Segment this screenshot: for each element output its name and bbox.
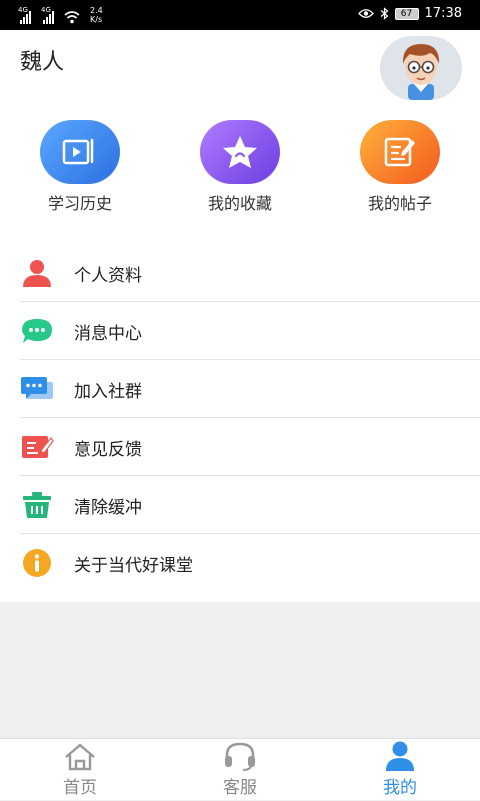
person-icon	[20, 258, 54, 288]
shortcut-favorites[interactable]: 我的收藏	[180, 120, 300, 214]
menu-item-label: 个人资料	[74, 265, 142, 286]
signal-icon: 4G	[41, 6, 54, 24]
avatar[interactable]	[380, 36, 462, 100]
clock: 17:38	[424, 6, 462, 21]
menu-item-messages[interactable]: 消息中心	[0, 302, 480, 360]
edit-note-icon	[384, 137, 415, 167]
menu-item-about[interactable]: 关于当代好课堂	[0, 534, 480, 592]
settings-menu: 个人资料 消息中心 加入社群 意见反馈 清除缓冲 关于当代好课堂	[0, 244, 480, 592]
menu-item-label: 消息中心	[74, 323, 142, 344]
feedback-icon	[20, 432, 54, 462]
eye-icon	[357, 9, 374, 18]
person-icon	[320, 739, 480, 771]
menu-item-label: 关于当代好课堂	[74, 555, 193, 576]
shortcut-circle	[40, 120, 120, 184]
username: 魏人	[20, 50, 65, 75]
battery-icon: 67	[394, 7, 419, 20]
bluetooth-icon	[380, 7, 388, 20]
menu-item-profile[interactable]: 个人资料	[0, 244, 480, 302]
status-right: 67 17:38	[357, 6, 462, 21]
menu-item-label: 加入社群	[74, 381, 142, 402]
shortcut-grid: 学习历史 我的收藏 我的帖子	[0, 120, 480, 220]
shortcut-circle	[200, 120, 280, 184]
bottom-tab-bar: 首页 客服 我的	[0, 738, 480, 800]
star-icon	[223, 136, 257, 168]
menu-item-join-group[interactable]: 加入社群	[0, 360, 480, 418]
signal-icon: 4G	[18, 6, 31, 24]
net-speed-value: 2.4	[90, 6, 103, 15]
status-left: 4G 4G 2.4 K/s	[18, 6, 103, 24]
home-icon	[0, 739, 160, 771]
net-speed: 2.4 K/s	[90, 6, 103, 24]
shortcut-label: 我的收藏	[207, 194, 272, 213]
group-chat-icon	[20, 374, 54, 404]
status-bar: 4G 4G 2.4 K/s 67 17:38	[0, 0, 480, 30]
tab-label: 客服	[223, 778, 257, 798]
net-speed-unit: K/s	[90, 15, 103, 24]
tab-label: 首页	[63, 778, 97, 798]
chat-bubble-icon	[20, 316, 54, 346]
play-video-icon	[62, 138, 94, 165]
shortcut-circle	[360, 120, 440, 184]
shortcut-label: 学习历史	[47, 194, 112, 213]
menu-item-feedback[interactable]: 意见反馈	[0, 418, 480, 476]
tab-mine[interactable]: 我的	[320, 739, 480, 801]
menu-item-label: 清除缓冲	[74, 497, 142, 518]
trash-icon	[20, 490, 54, 520]
shortcut-learning-history[interactable]: 学习历史	[20, 120, 140, 214]
info-icon	[20, 548, 54, 578]
avatar-icon	[402, 44, 440, 100]
profile-page: 魏人 学习历史 我的收藏 我的帖子 个人资料 消息中心 加入社群 意见反馈 清除…	[0, 30, 480, 602]
menu-item-clear-cache[interactable]: 清除缓冲	[0, 476, 480, 534]
tab-label: 我的	[383, 778, 417, 798]
shortcut-label: 我的帖子	[367, 194, 432, 213]
menu-item-label: 意见反馈	[74, 439, 142, 460]
tab-customer-service[interactable]: 客服	[160, 739, 320, 801]
shortcut-my-posts[interactable]: 我的帖子	[340, 120, 460, 214]
wifi-icon	[64, 11, 80, 24]
headset-icon	[160, 739, 320, 771]
tab-home[interactable]: 首页	[0, 739, 160, 801]
